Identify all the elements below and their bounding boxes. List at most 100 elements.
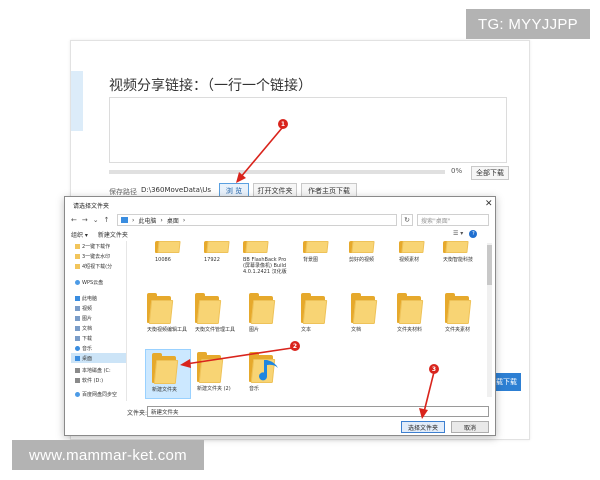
select-folder-button[interactable]: 选择文件夹 (401, 421, 445, 433)
folder-icon (443, 241, 471, 255)
page-title: 视频分享链接：（一行一个链接） (109, 78, 312, 94)
forward-arrow-icon[interactable]: → (82, 216, 88, 224)
folder-icon (147, 293, 175, 325)
folder-icon (399, 241, 427, 255)
address-bar[interactable]: › 此电脑 › 桌面 › (117, 214, 397, 226)
back-arrow-icon[interactable]: ← (71, 216, 77, 224)
cancel-button[interactable]: 取消 (451, 421, 489, 433)
sidebar-item[interactable]: 2一键下载作 (71, 241, 126, 251)
nav-buttons: ← → ⌄ ↑ (71, 214, 110, 226)
computer-icon (121, 217, 128, 223)
watermark-top: TG: MYYJJPP (466, 9, 590, 39)
cloud-icon (75, 391, 80, 397)
download-all-button[interactable]: 全部下载 (471, 166, 509, 180)
folder-icon (397, 293, 425, 325)
search-input[interactable]: 搜索"桌面" (417, 214, 489, 226)
breadcrumb-this-pc[interactable]: 此电脑 (138, 216, 156, 225)
drive-icon (75, 377, 80, 383)
annotation-badge-1: 1 (278, 119, 288, 129)
folder-item[interactable]: 10086 (155, 241, 201, 263)
sidebar-item-downloads[interactable]: 下载 (71, 333, 126, 343)
navigation-pane: 2一键下载作 3一键去水印 4短视下载(分 WPS云盘 此电脑 视频 图片 文档… (71, 241, 127, 401)
sidebar-item[interactable]: 4短视下载(分 (71, 261, 126, 271)
image-icon (75, 315, 80, 321)
app-side-strip (71, 71, 83, 131)
view-options-icon[interactable]: ☰ ▾ (453, 230, 463, 238)
help-icon[interactable]: ? (469, 230, 478, 238)
folder-icon (197, 352, 225, 384)
folder-item[interactable]: 新建文件夹 (2) (197, 352, 243, 392)
breadcrumb-sep-icon: › (132, 216, 135, 224)
sidebar-item-videos[interactable]: 视频 (71, 303, 126, 313)
organize-menu[interactable]: 组织 ▾ (71, 230, 88, 240)
folder-item[interactable]: 剪好的视频 (349, 241, 395, 263)
progress-bar (109, 170, 445, 174)
sidebar-item-music[interactable]: 音乐 (71, 343, 126, 353)
folder-icon (301, 293, 329, 325)
sidebar-item-drive-c[interactable]: 本地磁盘 (C: (71, 365, 126, 375)
history-dropdown-icon[interactable]: ⌄ (93, 216, 99, 224)
new-folder-button[interactable]: 新建文件夹 (98, 230, 128, 240)
folder-icon (155, 241, 183, 255)
video-icon (75, 305, 80, 311)
annotation-badge-2: 2 (290, 341, 300, 351)
desktop-icon (75, 355, 80, 361)
toolbar-right: ☰ ▾ ? (453, 230, 478, 238)
drive-icon (75, 367, 80, 373)
sidebar-item-documents[interactable]: 文档 (71, 323, 126, 333)
folder-item[interactable]: 背景图 (303, 241, 349, 263)
watermark-bottom: www.mammar-ket.com (12, 440, 204, 470)
folder-item[interactable]: 文档 (351, 293, 397, 333)
folder-name-input[interactable]: 新建文件夹 (147, 406, 489, 417)
sidebar-item[interactable]: 3一键去水印 (71, 251, 126, 261)
computer-icon (75, 295, 80, 301)
sidebar-item-desktop[interactable]: 桌面 (71, 353, 126, 363)
folder-icon (75, 253, 80, 259)
folder-item[interactable]: 文本 (301, 293, 347, 333)
folder-item[interactable]: 天衡智能科技 (443, 241, 489, 263)
sidebar-item-drive-d[interactable]: 软件 (D:) (71, 375, 126, 385)
folder-item-selected[interactable]: 新建文件夹 (145, 349, 191, 399)
music-note-icon (259, 360, 278, 381)
sidebar-item-pictures[interactable]: 图片 (71, 313, 126, 323)
link-input-textarea[interactable] (109, 97, 507, 163)
breadcrumb-sep-icon: › (182, 216, 186, 224)
sidebar-item-wps-cloud[interactable]: WPS云盘 (71, 277, 126, 287)
sidebar-item-this-pc[interactable]: 此电脑 (71, 293, 126, 303)
folder-icon (445, 293, 473, 325)
annotation-badge-3: 3 (429, 364, 439, 374)
music-icon (75, 345, 80, 351)
progress-percent: 0% (451, 167, 463, 175)
dialog-title: 请选择文件夹 (73, 203, 110, 210)
folder-picker-dialog: 请选择文件夹 ✕ ← → ⌄ ↑ › 此电脑 › 桌面 › ↻ 搜索"桌面" 组… (64, 196, 496, 436)
refresh-icon[interactable]: ↻ (401, 214, 413, 226)
up-arrow-icon[interactable]: ↑ (104, 216, 110, 224)
folder-icon (75, 263, 80, 269)
folder-icon (349, 241, 377, 255)
download-icon (75, 335, 80, 341)
folder-icon (75, 243, 80, 249)
save-path-field[interactable]: D:\360MoveData\Users\ (141, 186, 211, 194)
cloud-icon (75, 279, 80, 285)
folder-icon (351, 293, 379, 325)
folder-item[interactable]: 视频素材 (399, 241, 445, 263)
folder-item[interactable]: BB FlashBack Pro(屏幕录像机) Build 4.0.1.2421… (243, 241, 289, 275)
folder-icon (249, 352, 278, 384)
search-placeholder: 搜索"桌面" (421, 217, 451, 225)
folder-name-label: 文件夹: (127, 410, 148, 417)
folder-item[interactable]: 文件夹材料 (397, 293, 443, 333)
folder-icon (152, 353, 180, 385)
sidebar-item-baidu-sync[interactable]: 百度网盘同步空 (71, 389, 126, 399)
breadcrumb-desktop[interactable]: 桌面 (167, 216, 179, 225)
folder-item[interactable]: 天衡视频编辑工具 (147, 293, 193, 333)
folder-icon (243, 241, 271, 255)
folder-item[interactable]: 图片 (249, 293, 295, 333)
folder-item-music[interactable]: 音乐 (249, 352, 295, 392)
dialog-toolbar: 组织 ▾ 新建文件夹 (71, 230, 128, 240)
folder-item[interactable]: 天衡文件管理工具 (195, 293, 241, 333)
close-icon[interactable]: ✕ (485, 199, 493, 209)
folder-icon (303, 241, 331, 255)
document-icon (75, 325, 80, 331)
folder-item[interactable]: 文件夹素材 (445, 293, 491, 333)
breadcrumb-sep-icon: › (160, 216, 163, 224)
